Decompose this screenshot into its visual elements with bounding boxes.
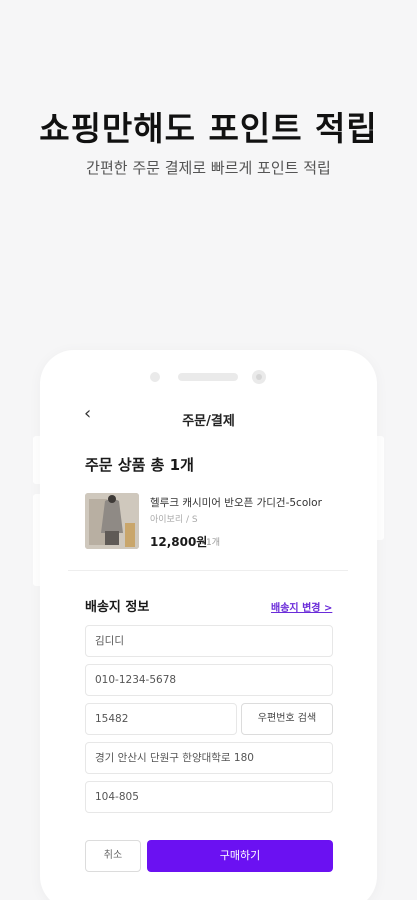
- zip-code-field[interactable]: 15482: [85, 703, 237, 735]
- address-field[interactable]: 경기 안산시 단원구 한양대학로 180: [85, 742, 333, 774]
- address-detail-field[interactable]: 104-805: [85, 781, 333, 813]
- screen-title: 주문/결제: [182, 414, 235, 429]
- section-divider: [68, 570, 348, 571]
- order-section-title: 주문 상품 총 1개: [85, 456, 194, 474]
- notch-speaker: [178, 373, 238, 381]
- product-name: 헬루크 캐시미어 반오픈 가디건-5color: [150, 497, 322, 509]
- notch-sensor: [150, 372, 160, 382]
- notch-camera: [252, 370, 266, 384]
- phone-field[interactable]: 010-1234-5678: [85, 664, 333, 696]
- product-option: 아이보리 / S: [150, 515, 198, 525]
- phone-mockup: ‹ 주문/결제 주문 상품 총 1개 헬루크 캐시미어 반오픈 가디건-5col…: [40, 350, 377, 900]
- zip-search-button[interactable]: 우편번호 검색: [241, 703, 333, 735]
- recipient-name-field[interactable]: 김디디: [85, 625, 333, 657]
- product-thumbnail[interactable]: [85, 493, 139, 549]
- product-price: 12,800원: [150, 535, 208, 549]
- hero-subtitle: 간편한 주문 결제로 빠르게 포인트 적립: [86, 159, 331, 177]
- product-image-icon: [85, 493, 139, 549]
- shipping-title: 배송지 정보: [85, 600, 150, 615]
- change-address-link[interactable]: 배송지 변경 >: [271, 599, 332, 614]
- buy-button[interactable]: 구매하기: [147, 840, 333, 872]
- cancel-button[interactable]: 취소: [85, 840, 141, 872]
- product-quantity: 1개: [206, 538, 221, 548]
- hero-title: 쇼핑만해도 포인트 적립: [39, 109, 378, 148]
